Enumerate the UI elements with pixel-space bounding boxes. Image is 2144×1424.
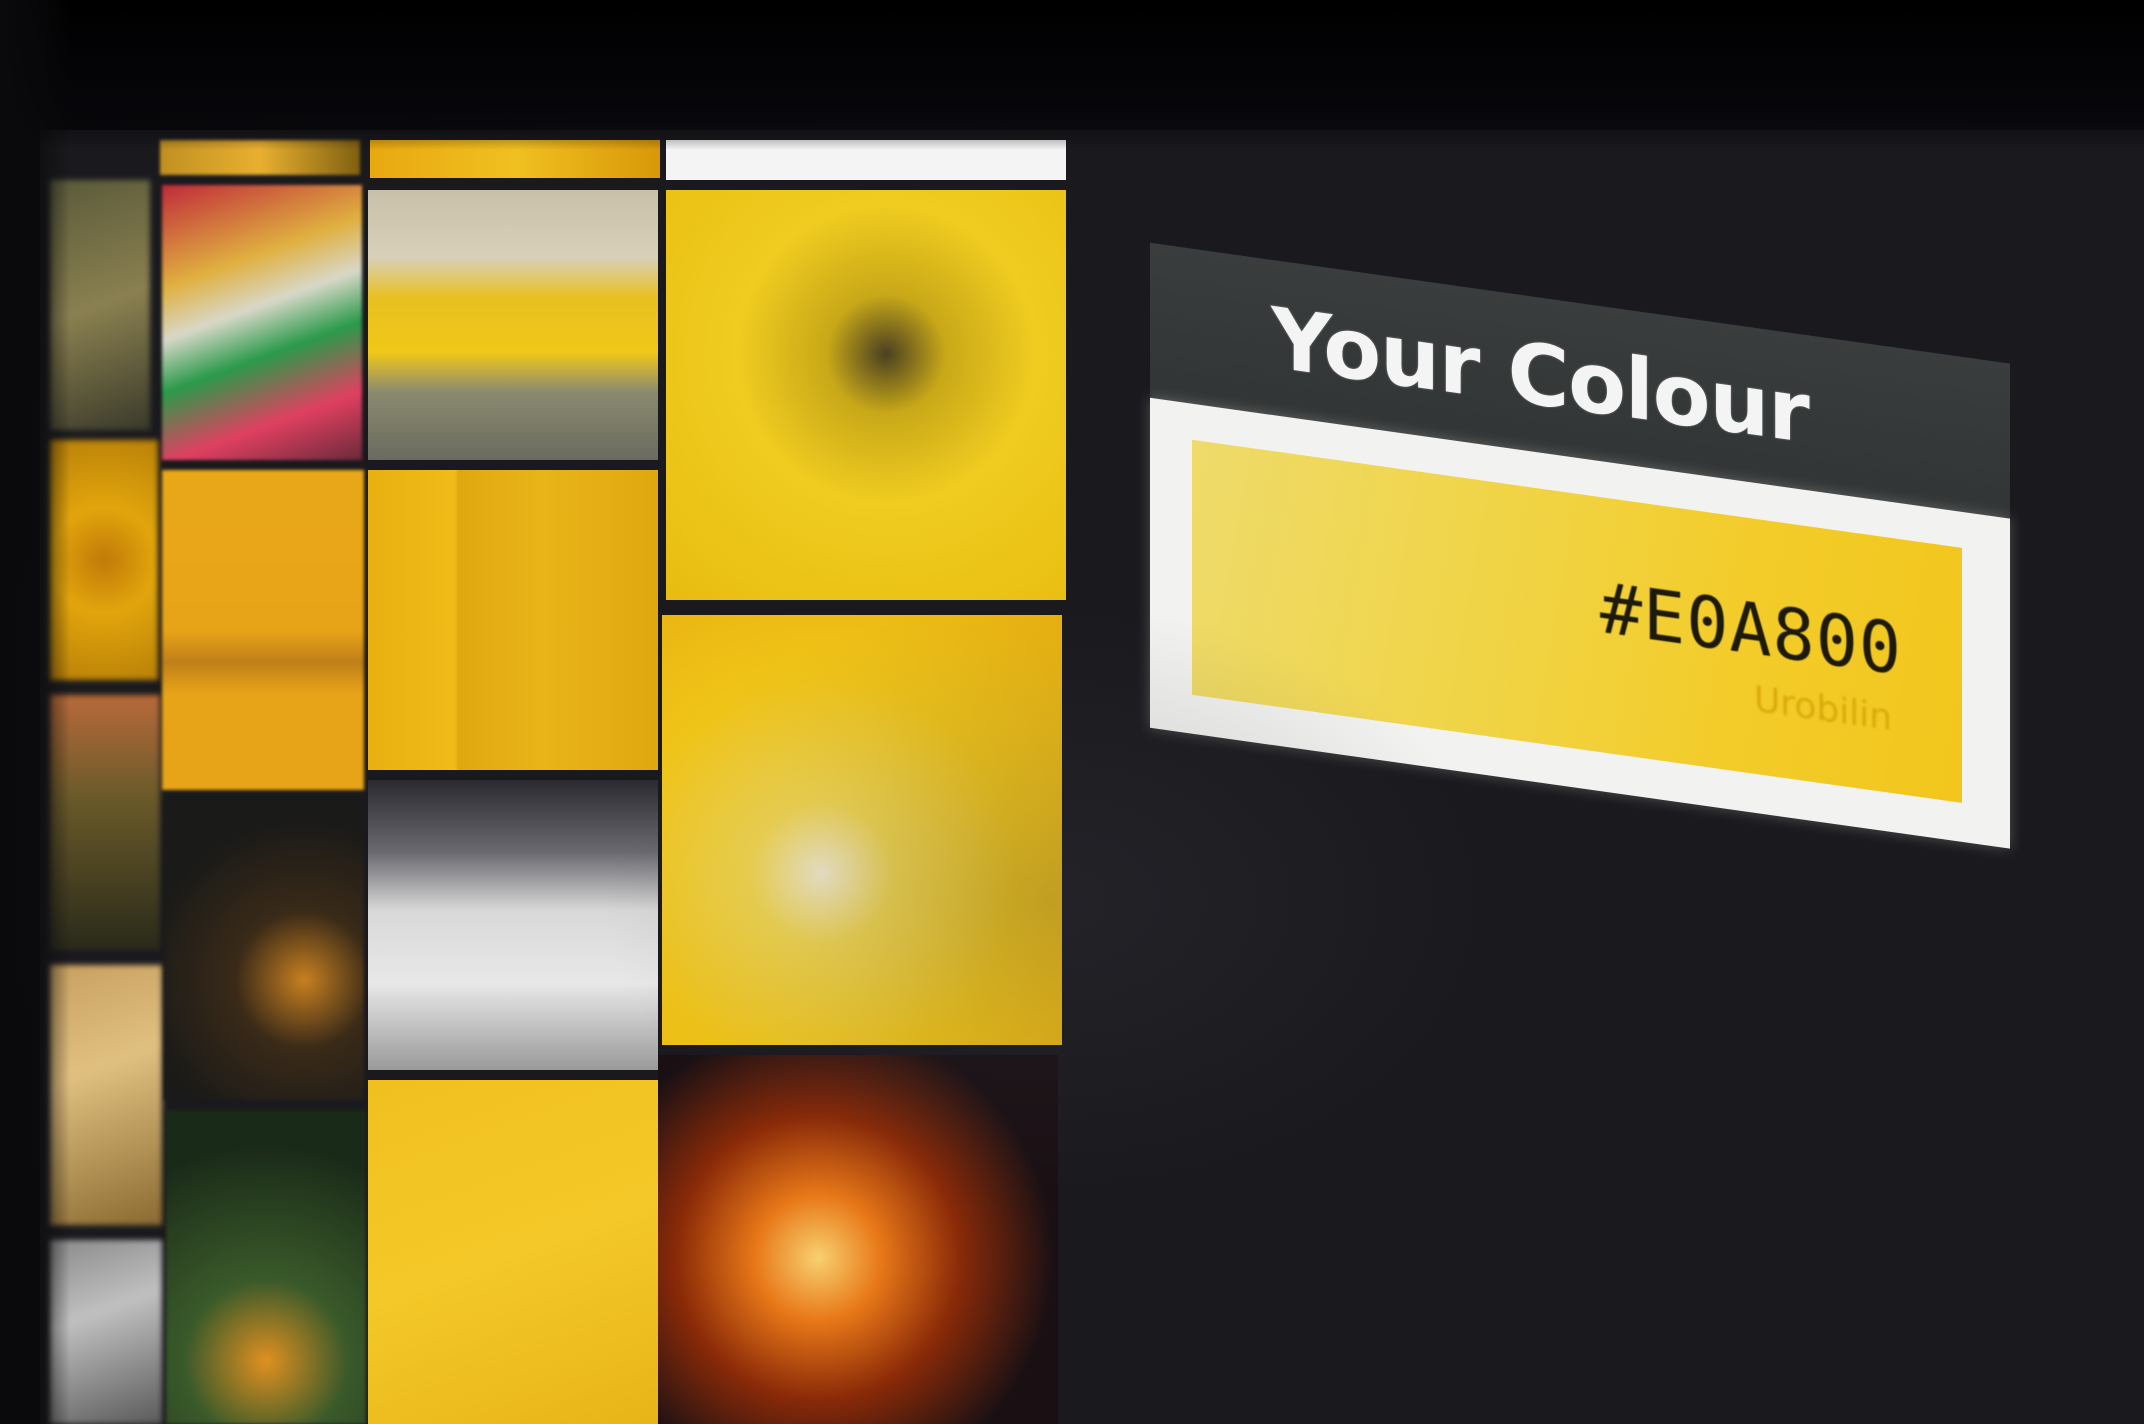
- monitor-left-edge: [0, 0, 70, 1424]
- hex-code: #E0A800: [1599, 567, 1902, 692]
- thumb-plain-yellow[interactable]: [368, 1080, 658, 1424]
- thumb-green-plants[interactable]: [166, 1110, 366, 1424]
- thumb-uncle-sam-figure[interactable]: [666, 190, 1066, 600]
- thumb-yellow-car[interactable]: [368, 190, 658, 460]
- photo-of-screen: Your Colour #E0A800 Urobilin: [0, 0, 2144, 1424]
- monitor-bezel: [0, 0, 2144, 150]
- thumb-fire-at-night[interactable]: [658, 1055, 1058, 1424]
- thumb-dark-street[interactable]: [164, 800, 364, 1100]
- colour-name: Urobilin: [1753, 678, 1892, 740]
- thumb-white-letters[interactable]: [368, 780, 658, 1070]
- thumb-water-drops[interactable]: [662, 615, 1062, 1045]
- thumb-yellow-wall[interactable]: [368, 470, 658, 770]
- thumb-yellow-building[interactable]: [162, 470, 364, 790]
- photo-grid: [50, 140, 1130, 1424]
- colour-panel: Your Colour #E0A800 Urobilin: [1130, 160, 2050, 1049]
- thumb-colorful-boats[interactable]: [162, 185, 362, 460]
